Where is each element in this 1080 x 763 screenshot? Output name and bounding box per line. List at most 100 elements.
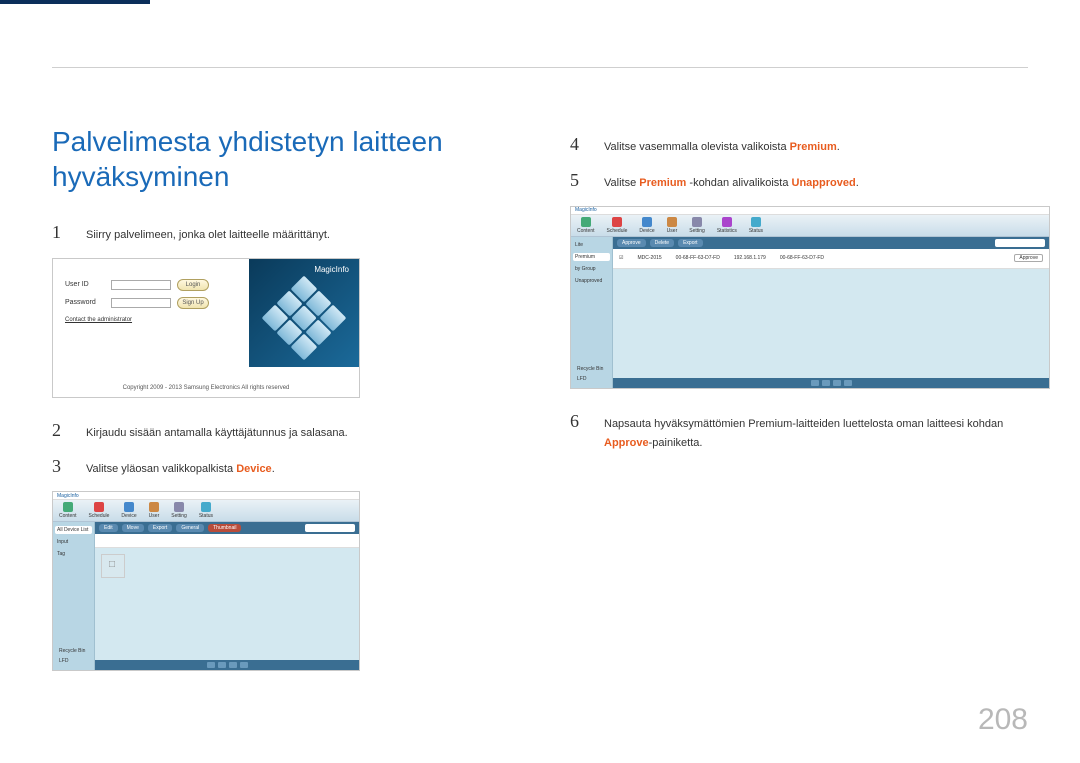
app-toolbar: Edit Move Export General Thumbnail: [95, 522, 359, 534]
tab-user[interactable]: User: [149, 502, 160, 519]
setting-icon: [174, 502, 184, 512]
tab-setting[interactable]: Setting: [689, 217, 705, 234]
contact-admin-link[interactable]: Contact the administrator: [65, 317, 225, 323]
tab-user[interactable]: User: [667, 217, 678, 234]
toolbar-edit[interactable]: Edit: [99, 524, 118, 532]
sidebar-item[interactable]: Input: [55, 538, 92, 546]
schedule-icon: [94, 502, 104, 512]
toolbar-search-input[interactable]: [995, 239, 1045, 247]
status-icon: [201, 502, 211, 512]
step-text: Siirry palvelimeen, jonka olet laitteell…: [86, 226, 330, 246]
app-tab-bar: Content Schedule Device User Setting Sta…: [571, 215, 1049, 237]
sidebar-item-all[interactable]: All Device List: [55, 526, 92, 534]
step-6: 6 Napsauta hyväksymättömien Premium-lait…: [570, 411, 1028, 455]
user-id-label: User ID: [65, 281, 105, 288]
toolbar-general[interactable]: General: [176, 524, 204, 532]
statistics-icon: [722, 217, 732, 227]
sidebar-item[interactable]: Tag: [55, 550, 92, 558]
sidebar-recycle[interactable]: Recycle Bin: [57, 647, 90, 655]
tab-device[interactable]: Device: [121, 502, 136, 519]
section-title: Palvelimesta yhdistetyn laitteen hyväksy…: [52, 124, 510, 194]
user-icon: [149, 502, 159, 512]
toolbar-btn[interactable]: Export: [678, 239, 702, 247]
step4-highlight: Premium: [790, 141, 837, 153]
step5-hl1: Premium: [639, 177, 686, 189]
step-text: Valitse vasemmalla olevista valikoista P…: [604, 138, 840, 158]
sidebar-lite[interactable]: Lite: [573, 241, 610, 249]
step-number: 2: [52, 420, 66, 441]
step-text: Valitse yläosan valikkopalkista Device.: [86, 460, 275, 480]
magicinfo-logo: MagicInfo: [314, 265, 349, 274]
tab-device[interactable]: Device: [639, 217, 654, 234]
step6-p1: Napsauta hyväksymättömien Premium-laitte…: [604, 418, 1003, 430]
step-number: 1: [52, 222, 66, 243]
toolbar-btn[interactable]: Approve: [617, 239, 646, 247]
app-main: Approve Delete Export ☑ MDC-2015 00-68-F…: [613, 237, 1049, 388]
password-input[interactable]: [111, 298, 171, 308]
tab-statistics[interactable]: Statistics: [717, 217, 737, 234]
unapproved-list-screenshot: MagicInfo Content Schedule Device User S…: [570, 206, 1050, 389]
login-button[interactable]: Login: [177, 279, 209, 291]
sidebar-premium[interactable]: Premium: [573, 253, 610, 261]
device-icon: [124, 502, 134, 512]
tab-schedule[interactable]: Schedule: [607, 217, 628, 234]
step6-hl: Approve: [604, 437, 649, 449]
app-logo: MagicInfo: [571, 207, 1049, 215]
tab-setting[interactable]: Setting: [171, 502, 187, 519]
app-body: All Device List Input Tag Recycle Bin LF…: [53, 522, 359, 670]
copyright-text: Copyright 2009 - 2013 Samsung Electronic…: [53, 385, 359, 391]
tab-content[interactable]: Content: [59, 502, 77, 519]
app-pagination: [613, 378, 1049, 388]
app-body: Lite Premium by Group Unapproved Recycle…: [571, 237, 1049, 388]
content-icon: [63, 502, 73, 512]
page-number: 208: [978, 703, 1028, 737]
step-4: 4 Valitse vasemmalla olevista valikoista…: [570, 134, 1028, 158]
toolbar-thumbnail[interactable]: Thumbnail: [208, 524, 241, 532]
step3-prefix: Valitse yläosan valikkopalkista: [86, 463, 236, 475]
toolbar-export[interactable]: Export: [148, 524, 172, 532]
sidebar-lfd[interactable]: LFD: [57, 657, 90, 665]
tab-schedule[interactable]: Schedule: [89, 502, 110, 519]
row-name: MDC-2015: [637, 255, 661, 261]
device-icon: [642, 217, 652, 227]
step4-prefix: Valitse vasemmalla olevista valikoista: [604, 141, 790, 153]
step-2: 2 Kirjaudu sisään antamalla käyttäjätunn…: [52, 420, 510, 444]
row-mac: 00-68-FF-63-D7-FD: [780, 255, 824, 261]
tab-status[interactable]: Status: [199, 502, 213, 519]
tab-content[interactable]: Content: [577, 217, 595, 234]
user-id-input[interactable]: [111, 280, 171, 290]
left-column: Palvelimesta yhdistetyn laitteen hyväksy…: [52, 70, 510, 693]
sidebar-lfd[interactable]: LFD: [575, 375, 608, 383]
app-sidebar: Lite Premium by Group Unapproved Recycle…: [571, 237, 613, 388]
step5-hl2: Unapproved: [792, 177, 856, 189]
title-accent-bar: [0, 0, 150, 4]
step3-suffix: .: [272, 463, 275, 475]
tab-status[interactable]: Status: [749, 217, 763, 234]
sidebar-recycle[interactable]: Recycle Bin: [575, 365, 608, 373]
right-column: 4 Valitse vasemmalla olevista valikoista…: [570, 70, 1028, 693]
app-logo: MagicInfo: [53, 492, 359, 500]
login-screenshot: User ID Login Password Sign Up Contact t…: [52, 258, 360, 398]
step-number: 4: [570, 134, 584, 155]
sidebar-unapproved[interactable]: Unapproved: [573, 277, 610, 285]
password-label: Password: [65, 299, 105, 306]
step-number: 5: [570, 170, 584, 191]
step3-highlight: Device: [236, 463, 271, 475]
toolbar-move[interactable]: Move: [122, 524, 144, 532]
device-thumbnail[interactable]: [101, 554, 125, 578]
sidebar-by-group[interactable]: by Group: [573, 265, 610, 273]
table-row[interactable]: ☑ MDC-2015 00-68-FF-63-D7-FD 192.168.1.1…: [613, 249, 1049, 269]
step-number: 3: [52, 456, 66, 477]
toolbar-btn[interactable]: Delete: [650, 239, 674, 247]
row-approve-button[interactable]: Approve: [1014, 254, 1043, 262]
login-form: User ID Login Password Sign Up Contact t…: [65, 279, 225, 323]
signup-button[interactable]: Sign Up: [177, 297, 209, 309]
step6-p2: -painiketta.: [649, 437, 703, 449]
step-text: Napsauta hyväksymättömien Premium-laitte…: [604, 415, 1028, 455]
schedule-icon: [612, 217, 622, 227]
toolbar-search-input[interactable]: [305, 524, 355, 532]
user-icon: [667, 217, 677, 227]
row-checkbox[interactable]: ☑: [619, 255, 623, 261]
step-1: 1 Siirry palvelimeen, jonka olet laittee…: [52, 222, 510, 246]
step5-p2: -kohdan alivalikoista: [686, 177, 791, 189]
